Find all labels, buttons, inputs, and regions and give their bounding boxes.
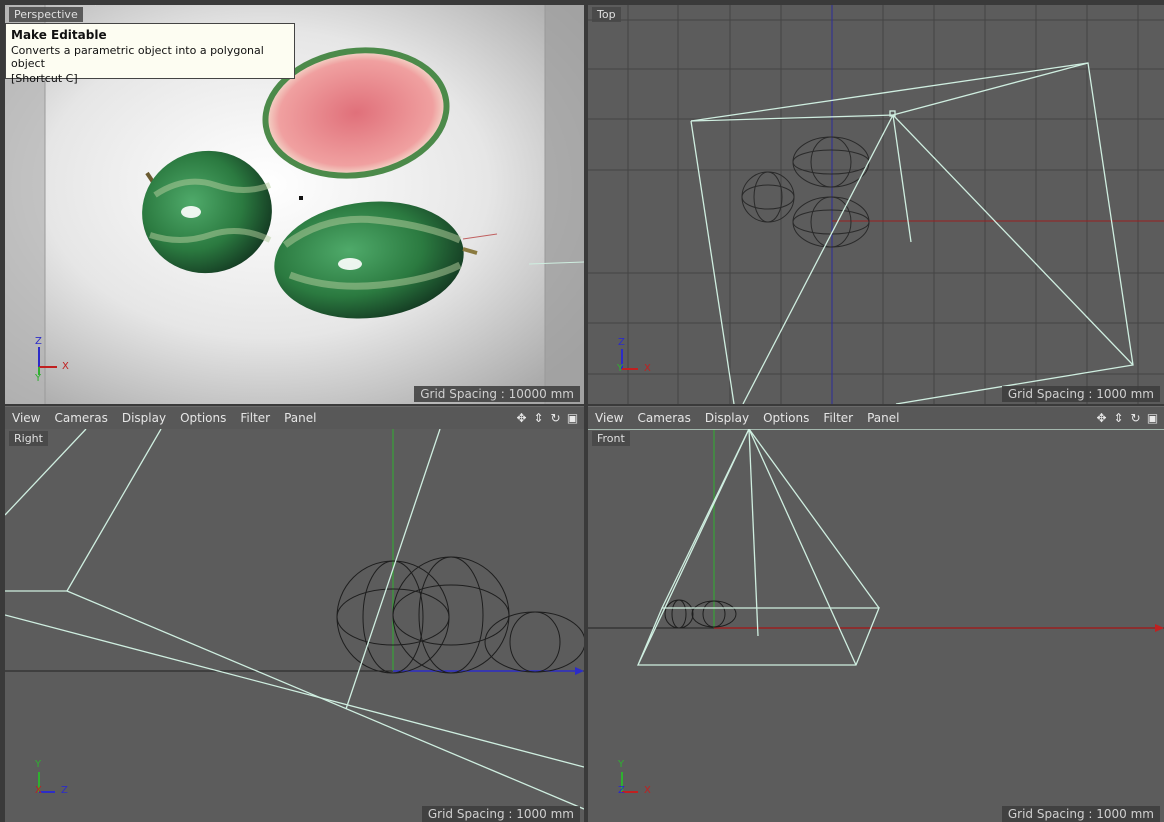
toggle-layout-icon[interactable]: ▣ — [565, 410, 580, 425]
menu-cameras[interactable]: Cameras — [630, 411, 697, 425]
rotate-view-icon[interactable]: ↻ — [1128, 410, 1143, 425]
menu-display[interactable]: Display — [698, 411, 756, 425]
axis-label-x: X — [62, 361, 69, 372]
top-viewport[interactable]: Z X Y Top Grid Spacing : 1000 mm — [588, 5, 1164, 404]
right-axis-x: X — [35, 785, 42, 796]
grid-spacing-top: Grid Spacing : 1000 mm — [1001, 386, 1160, 402]
top-label: Top — [592, 7, 621, 22]
menu-filter[interactable]: Filter — [816, 411, 860, 425]
top-axis-y: Y — [617, 363, 624, 374]
front-wire-melons — [664, 599, 737, 629]
tooltip-description: Converts a parametric object into a poly… — [11, 44, 264, 70]
right-wire-melons — [336, 556, 584, 674]
front-scene — [588, 429, 1164, 793]
move-view-icon[interactable]: ✥ — [1094, 410, 1109, 425]
rotate-view-icon[interactable]: ↻ — [548, 410, 563, 425]
top-wire-melons — [741, 136, 870, 248]
menu-display[interactable]: Display — [115, 411, 173, 425]
grid-spacing-perspective: Grid Spacing : 10000 mm — [414, 386, 580, 402]
tooltip-shortcut: [Shortcut C] — [11, 72, 78, 85]
front-axis-z: Z — [618, 785, 625, 796]
scroll-view-icon[interactable]: ⇕ — [531, 410, 546, 425]
axis-label-z: Z — [35, 336, 42, 347]
menu-cameras[interactable]: Cameras — [47, 411, 114, 425]
tooltip-title: Make Editable — [11, 28, 107, 42]
top-scene — [588, 5, 1164, 404]
scroll-view-icon[interactable]: ⇕ — [1111, 410, 1126, 425]
right-viewport[interactable]: Y Z X Right Grid Spacing : 1000 mm — [5, 429, 584, 822]
perspective-viewport[interactable]: Z X Y Perspective Grid Spacing : 10000 m… — [5, 5, 584, 404]
menu-panel[interactable]: Panel — [860, 411, 906, 425]
front-camera-frustum — [588, 429, 1164, 666]
menu-view[interactable]: View — [588, 411, 630, 425]
front-viewport-menubar: View Cameras Display Options Filter Pane… — [588, 406, 1164, 430]
top-axis-x: X — [644, 363, 651, 374]
make-editable-tooltip: Make Editable Converts a parametric obje… — [5, 23, 295, 85]
move-view-icon[interactable]: ✥ — [514, 410, 529, 425]
front-axis-y: Y — [618, 759, 625, 770]
menu-filter[interactable]: Filter — [233, 411, 277, 425]
axis-label-y: Y — [35, 373, 42, 384]
top-camera-frustum — [690, 62, 1134, 404]
right-scene — [5, 429, 584, 810]
right-axis-z: Z — [61, 785, 68, 796]
toggle-layout-icon[interactable]: ▣ — [1145, 410, 1160, 425]
grid-spacing-right: Grid Spacing : 1000 mm — [421, 806, 580, 822]
right-viewport-menubar: View Cameras Display Options Filter Pane… — [5, 406, 584, 430]
grid-spacing-front: Grid Spacing : 1000 mm — [1001, 806, 1160, 822]
front-viewport[interactable]: Y X Z Front Grid Spacing : 1000 mm — [588, 429, 1164, 822]
menu-view[interactable]: View — [5, 411, 47, 425]
front-axis-x: X — [644, 785, 651, 796]
right-camera-frustum — [5, 429, 584, 810]
menu-options[interactable]: Options — [173, 411, 233, 425]
right-axis-y: Y — [35, 759, 42, 770]
menu-panel[interactable]: Panel — [277, 411, 323, 425]
perspective-label: Perspective — [9, 7, 83, 22]
right-label: Right — [9, 431, 48, 446]
top-axis-z: Z — [618, 337, 625, 348]
menu-options[interactable]: Options — [756, 411, 816, 425]
front-label: Front — [592, 431, 630, 446]
